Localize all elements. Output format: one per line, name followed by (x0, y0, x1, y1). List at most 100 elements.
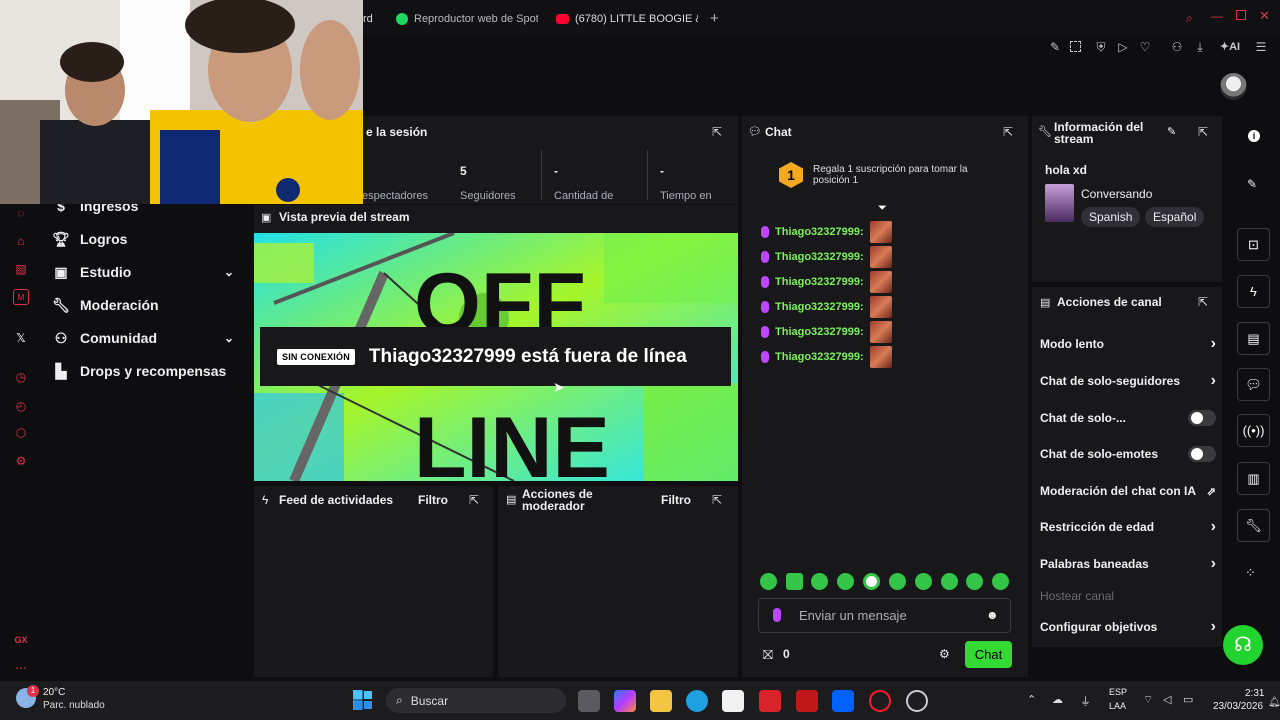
action-age-restriction[interactable]: Restricción de edad › (1040, 516, 1216, 538)
gift-leaderboard[interactable]: 1 Regala 1 suscripción para tomar la pos… (779, 162, 993, 188)
heart-icon[interactable]: ♡ (1138, 40, 1152, 54)
steam-icon[interactable] (906, 690, 928, 712)
popout-icon[interactable]: ⇱ (710, 125, 724, 139)
opera-gx-icon[interactable] (869, 690, 891, 712)
subs-only-toggle[interactable] (1188, 410, 1216, 426)
emote-icon[interactable] (889, 573, 906, 590)
rail-camera-button[interactable]: ⊡ (1237, 228, 1270, 261)
support-button[interactable]: ☊ (1223, 625, 1263, 665)
tag-pill[interactable]: Español (1145, 207, 1205, 227)
lang-top[interactable]: ESP (1109, 687, 1127, 697)
chat-username[interactable]: Thiago32327999: (775, 276, 864, 288)
sidebar-item-estudio[interactable]: ▣ Estudio ⌄ (52, 260, 234, 284)
new-tab-button[interactable]: + (710, 10, 719, 27)
chat-input[interactable]: Enviar un mensaje (758, 598, 1011, 633)
stream-category[interactable]: Conversando (1081, 187, 1152, 201)
x-icon[interactable]: 𝕏 (13, 330, 29, 346)
popout-icon[interactable]: ⇱ (710, 493, 724, 507)
browser-tab[interactable]: rd (363, 8, 375, 30)
battery-icon[interactable]: ▭ (1183, 693, 1193, 706)
play-icon[interactable]: ▷ (1116, 40, 1130, 54)
volume-icon[interactable]: ◁ (1163, 693, 1171, 706)
action-slow-mode[interactable]: Modo lento › (1040, 333, 1216, 355)
pencil-icon[interactable]: ✎ (1247, 177, 1257, 191)
download-icon[interactable]: ⤓ (1193, 40, 1207, 54)
collapse-icon[interactable]: ⏷ (878, 202, 887, 215)
app-l-icon[interactable] (759, 690, 781, 712)
tag-pill[interactable]: Spanish (1081, 207, 1141, 227)
clock-time[interactable]: 2:31 (1245, 688, 1264, 699)
chat-username[interactable]: Thiago32327999: (775, 351, 864, 363)
snapshot-icon[interactable] (1070, 41, 1081, 52)
emoji-picker-icon[interactable]: ☻ (986, 608, 999, 622)
store-icon[interactable] (722, 690, 744, 712)
rail-document-button[interactable]: ▤ (1237, 322, 1270, 355)
edge-icon[interactable] (686, 690, 708, 712)
avatar[interactable] (1220, 73, 1247, 100)
rail-play-icon[interactable]: ◷ (13, 369, 29, 385)
shield-icon[interactable]: ⛨ (1094, 40, 1108, 54)
search-icon[interactable]: ⌕ (1186, 11, 1193, 26)
gift-icon[interactable]: ⛝ (763, 647, 773, 663)
rail-screen-button[interactable]: ▥ (1237, 462, 1270, 495)
mod-filter-button[interactable]: Filtro (661, 493, 691, 507)
clock-date[interactable]: 23/03/2026 (1213, 701, 1263, 712)
close-icon[interactable]: ✕ (1259, 8, 1270, 24)
maximize-icon[interactable] (1236, 10, 1246, 20)
mcafee-icon[interactable] (796, 690, 818, 712)
rail-icon-3[interactable]: ▧ (13, 261, 29, 277)
chat-username[interactable]: Thiago32327999: (775, 226, 864, 238)
notification-icon[interactable]: 🔔︎ (1268, 697, 1280, 708)
history-icon[interactable]: ◴ (13, 398, 29, 414)
menu-icon[interactable]: ☰ (1254, 40, 1268, 54)
pin-icon[interactable]: ✎ (1048, 40, 1062, 54)
windows-start-button[interactable] (354, 691, 372, 709)
emote-icon[interactable] (786, 573, 803, 590)
info-icon[interactable]: i (1248, 130, 1260, 142)
sidebar-item-drops[interactable]: ▙ Drops y recompensas (52, 359, 227, 383)
emote-icon[interactable] (941, 573, 958, 590)
action-banned-words[interactable]: Palabras baneadas › (1040, 553, 1216, 575)
rail-wrench-button[interactable]: 🔧︎ (1237, 509, 1270, 542)
chat-username[interactable]: Thiago32327999: (775, 326, 864, 338)
edit-icon[interactable]: ✎ (1167, 125, 1176, 138)
rail-broadcast-button[interactable]: ((•)) (1237, 414, 1270, 447)
rail-icon-4[interactable]: M (13, 289, 29, 305)
rail-icon-2[interactable]: ⌂ (13, 233, 29, 249)
category-boxart[interactable] (1045, 184, 1074, 222)
emote-icon[interactable] (966, 573, 983, 590)
onedrive-icon[interactable]: ☁ (1052, 693, 1063, 706)
task-view-icon[interactable] (578, 690, 600, 712)
chat-settings-icon[interactable]: ⚙ (939, 647, 950, 661)
emote-icon[interactable] (760, 573, 777, 590)
emote-icon[interactable] (837, 573, 854, 590)
emote-icon[interactable] (992, 573, 1009, 590)
popout-icon[interactable]: ⇱ (1196, 295, 1210, 309)
popout-icon[interactable]: ⇱ (467, 493, 481, 507)
sidebar-item-logros[interactable]: 🏆︎ Logros (52, 227, 127, 251)
mic-tray-icon[interactable]: ⏚ (1080, 693, 1091, 709)
chat-username[interactable]: Thiago32327999: (775, 301, 864, 313)
more-icon[interactable]: ⋯ (13, 660, 29, 676)
lang-bottom[interactable]: LAA (1109, 701, 1126, 711)
copilot-icon[interactable] (614, 690, 636, 712)
sidebar-item-moderacion[interactable]: 🔧︎ Moderación (52, 293, 158, 317)
rail-icon-1[interactable]: ◌ (13, 205, 29, 221)
account-icon[interactable]: ⚇ (1170, 40, 1184, 54)
extensions-icon[interactable]: ⬡ (13, 425, 29, 441)
ai-button[interactable]: ✦AI (1217, 40, 1243, 54)
popout-icon[interactable]: ⇱ (1001, 125, 1015, 139)
chat-send-button[interactable]: Chat (965, 641, 1012, 668)
file-explorer-icon[interactable] (650, 690, 672, 712)
rail-lightning-button[interactable]: ϟ (1237, 275, 1270, 308)
action-goals[interactable]: Configurar objetivos › (1040, 616, 1216, 638)
action-ai-moderation[interactable]: Moderación del chat con IA ⇗ (1040, 480, 1216, 502)
rail-extensions-icon[interactable]: ⁘ (1245, 565, 1256, 581)
taskbar-search[interactable]: ⌕ Buscar (386, 688, 566, 713)
emote-icon[interactable] (915, 573, 932, 590)
browser-tab-youtube[interactable]: (6780) LITTLE BOOGIE & M (556, 8, 698, 30)
minimize-icon[interactable]: — (1211, 9, 1223, 23)
chat-username[interactable]: Thiago32327999: (775, 251, 864, 263)
tray-chevron-icon[interactable]: ⌃ (1027, 693, 1036, 706)
emote-only-toggle[interactable] (1188, 446, 1216, 462)
